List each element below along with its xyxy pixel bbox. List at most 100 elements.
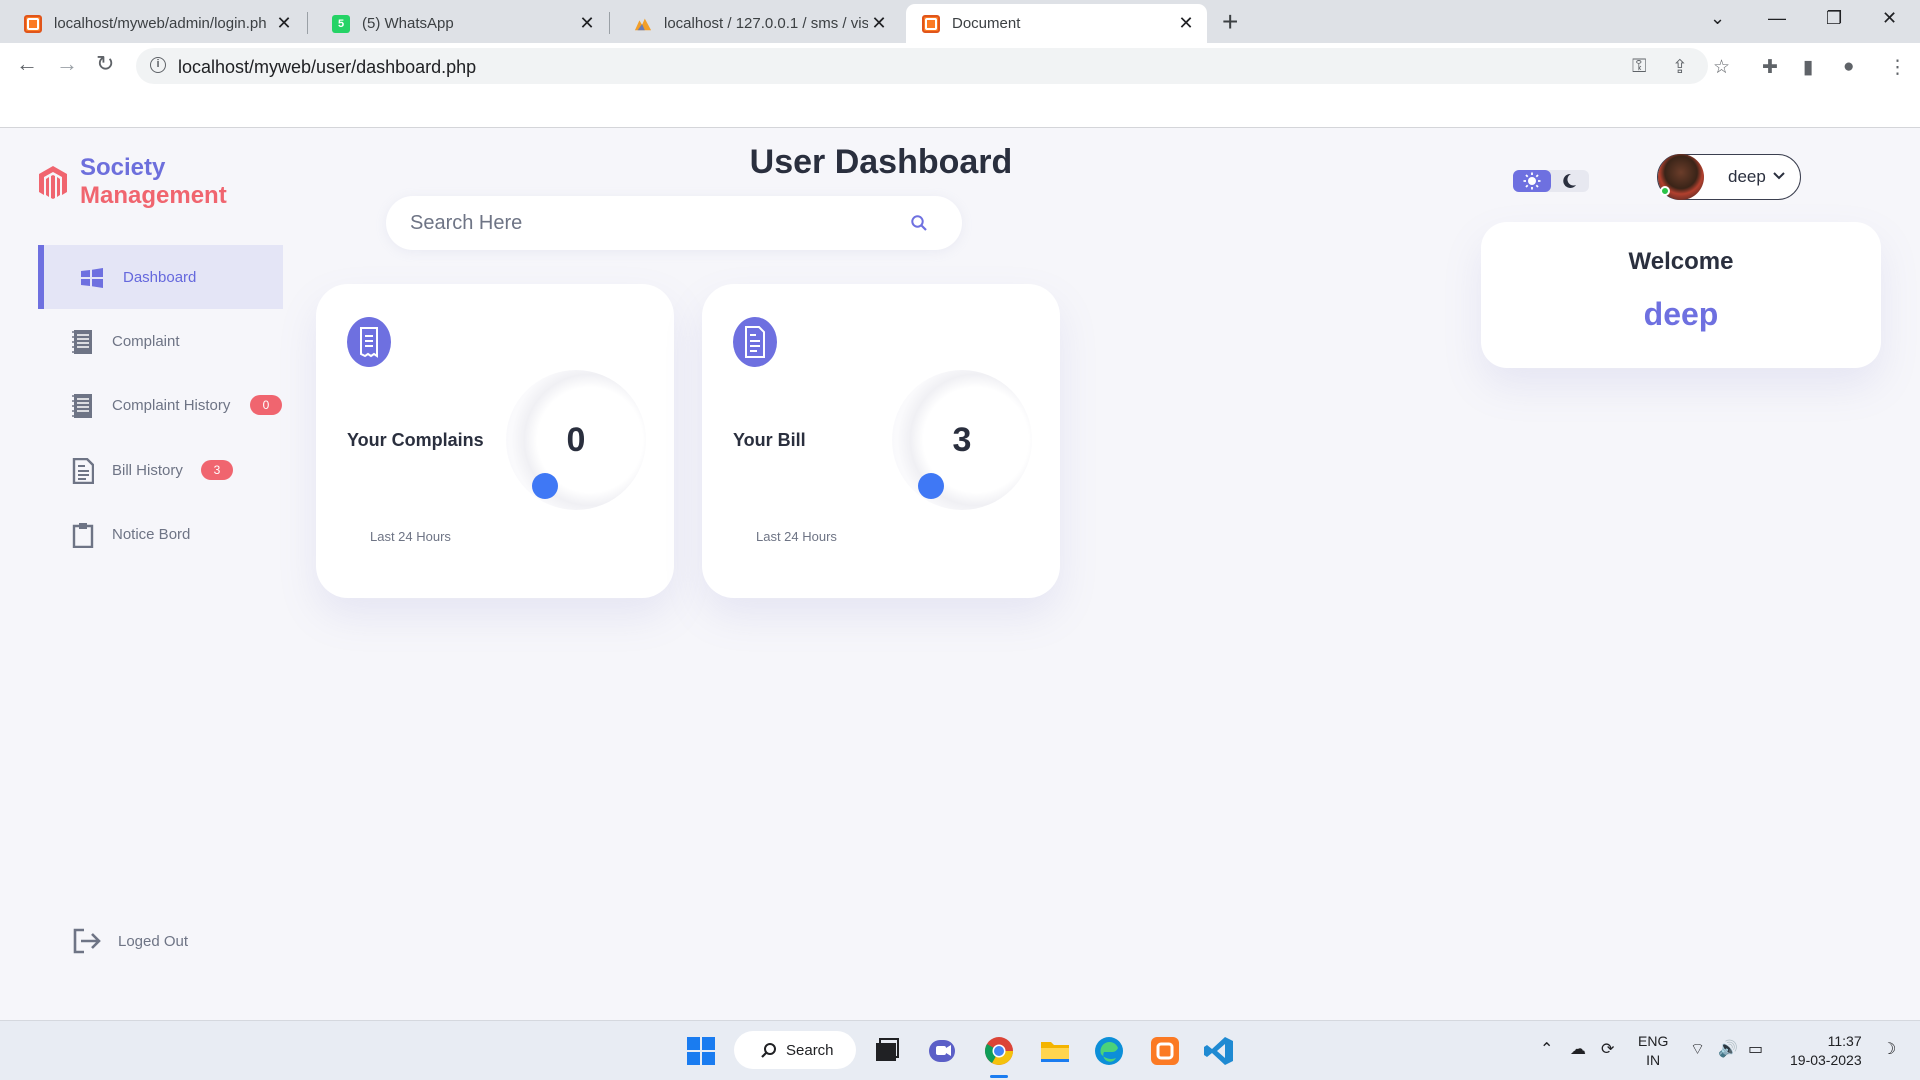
sidebar-item-notice-board[interactable]: Notice Bord [38,502,283,566]
theme-toggle[interactable] [1513,170,1589,192]
sidebar-item-label: Dashboard [123,269,197,286]
xampp-icon [24,14,42,33]
xampp-icon [922,14,940,33]
page-title: User Dashboard [749,143,1013,181]
address-bar[interactable]: i localhost/myweb/user/dashboard.php [136,48,1708,84]
key-icon[interactable]: ⚿ [1632,56,1646,78]
windows-grid-icon [81,268,103,288]
sidebar-item-label: Complaint [112,333,180,350]
teams-chat-icon[interactable] [926,1034,960,1068]
sun-icon[interactable] [1513,170,1551,192]
brand-name-line2: Management [80,182,227,209]
taskbar-clock[interactable]: 11:37 19-03-2023 [1790,1032,1862,1070]
windows-taskbar: Search ⌃ ☁ ⟳ ENG IN ⌔ 🔊 ▭ 11:37 19-03-20… [0,1020,1920,1080]
xampp-icon[interactable] [1148,1034,1182,1068]
logout-button[interactable]: Loged Out [72,928,188,954]
logout-icon [73,928,101,954]
sidebar-item-bill-history[interactable]: Bill History 3 [38,438,283,502]
close-icon[interactable]: ✕ [868,13,890,34]
chrome-icon[interactable] [982,1034,1016,1068]
welcome-card: Welcome deep [1481,222,1881,368]
welcome-label: Welcome [1628,248,1734,275]
wifi-icon[interactable]: ⌔ [1690,1039,1705,1059]
onedrive-icon[interactable]: ☁ [1570,1039,1586,1059]
edge-icon[interactable] [1092,1034,1126,1068]
taskbar-search-label: Search [786,1042,834,1059]
count-badge: 3 [201,460,233,480]
receipt-icon [347,317,391,367]
list-document-icon [72,394,92,418]
complains-card[interactable]: Your Complains 0 Last 24 Hours [316,284,674,598]
sidebar-item-label: Bill History [112,462,183,479]
value-dial: 0 [506,370,646,510]
bill-icon [733,317,777,367]
page-top-strip [0,89,1920,127]
card-subtitle: Last 24 Hours [370,529,451,544]
phpmyadmin-icon [634,15,652,33]
browser-tab[interactable]: localhost / 127.0.0.1 / sms / visito ✕ [610,4,900,43]
sidebar-item-label: Notice Bord [112,526,191,543]
card-title: Your Bill [733,430,806,450]
tab-title: Document [952,15,1021,32]
battery-icon[interactable]: ▭ [1748,1039,1763,1059]
search-bar[interactable] [386,196,962,250]
task-view-icon[interactable] [870,1034,904,1068]
sidebar-item-complaint[interactable]: Complaint [38,309,283,373]
close-icon[interactable]: ✕ [576,13,598,34]
moon-icon[interactable] [1561,173,1577,189]
sidebar-item-dashboard[interactable]: Dashboard [38,245,283,309]
reload-icon[interactable]: ↻ [96,51,114,77]
logout-label: Loged Out [118,932,189,950]
close-icon[interactable]: ✕ [273,13,295,34]
new-tab-button[interactable]: + [1222,6,1238,38]
close-window-icon[interactable]: ✕ [1882,8,1897,29]
browser-tab[interactable]: 5 (5) WhatsApp ✕ [308,4,608,43]
sidebar-item-complaint-history[interactable]: Complaint History 0 [38,373,283,437]
side-panel-icon[interactable]: ▮ [1803,56,1813,79]
sidebar-item-label: Complaint History [112,397,231,414]
chevron-down-icon[interactable]: ⌄ [1710,8,1725,29]
close-icon[interactable]: ✕ [1175,13,1197,34]
vscode-icon[interactable] [1202,1034,1236,1068]
windows-start-icon[interactable] [684,1034,718,1068]
count-badge: 0 [250,395,282,415]
bill-card[interactable]: Your Bill 3 Last 24 Hours [702,284,1060,598]
dial-knob [918,473,944,499]
dial-knob [532,473,558,499]
share-icon[interactable]: ⇪ [1672,56,1688,79]
search-input[interactable] [410,210,890,236]
card-value: 3 [952,421,972,459]
clipboard-icon [72,523,94,548]
volume-icon[interactable]: 🔊 [1718,1039,1738,1059]
whatsapp-icon: 5 [332,14,350,33]
extensions-icon[interactable]: ✚ [1762,56,1778,79]
profile-icon[interactable]: ● [1843,56,1854,78]
card-title: Your Complains [347,430,484,450]
menu-icon[interactable]: ⋮ [1888,56,1907,79]
bill-icon [72,458,94,484]
sync-icon[interactable]: ⟳ [1601,1039,1614,1059]
browser-tab-active[interactable]: Document ✕ [906,4,1207,43]
url-text: localhost/myweb/user/dashboard.php [178,57,477,77]
restore-icon[interactable]: ❐ [1826,8,1842,29]
browser-tab[interactable]: localhost/myweb/admin/login.ph ✕ [0,4,305,43]
online-status-dot [1660,186,1670,196]
welcome-name: deep [1643,296,1719,332]
user-menu-button[interactable]: deep [1657,154,1801,200]
value-dial: 3 [892,370,1032,510]
card-value: 0 [566,421,586,459]
forward-icon[interactable]: → [56,51,78,77]
tray-overflow-icon[interactable]: ⌃ [1540,1039,1553,1059]
file-explorer-icon[interactable] [1038,1034,1072,1068]
tab-title: localhost/myweb/admin/login.ph [54,15,267,32]
notifications-icon[interactable]: ☽ [1882,1039,1896,1059]
language-indicator[interactable]: ENG IN [1638,1032,1668,1070]
minimize-icon[interactable]: — [1768,8,1786,29]
back-icon[interactable]: ← [16,51,38,77]
star-icon[interactable]: ☆ [1713,56,1730,79]
search-icon [761,1043,776,1058]
search-icon[interactable] [910,214,928,232]
tab-title: localhost / 127.0.0.1 / sms / visito [664,15,868,32]
info-icon[interactable]: i [150,57,166,73]
taskbar-search[interactable]: Search [734,1031,856,1069]
